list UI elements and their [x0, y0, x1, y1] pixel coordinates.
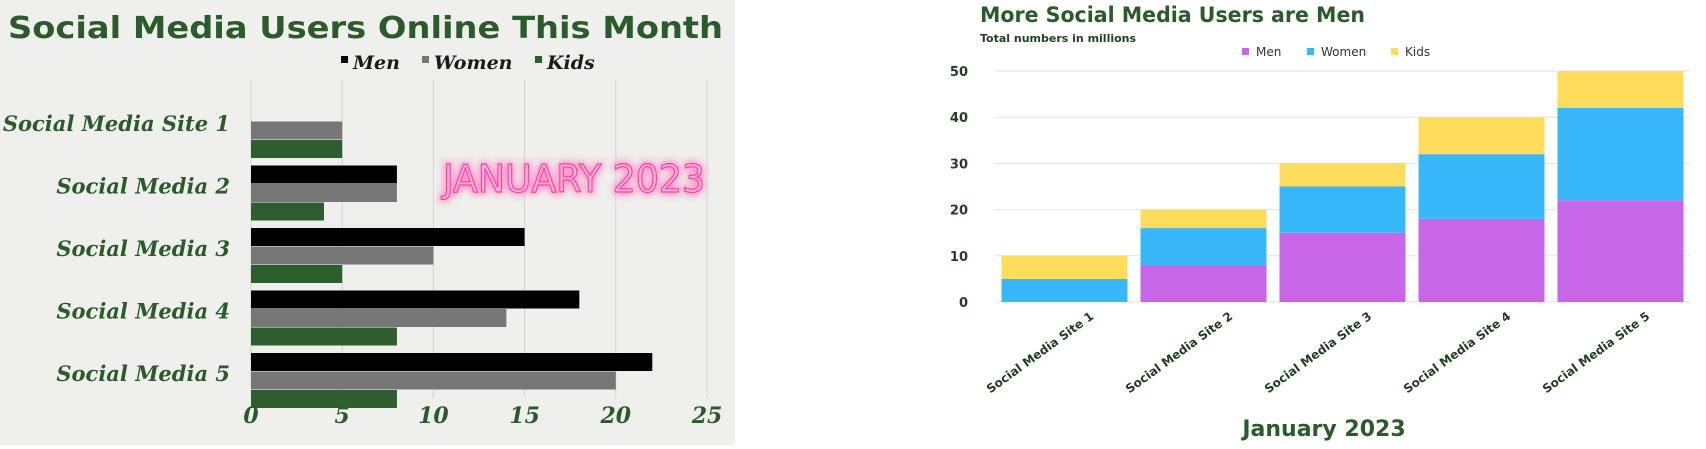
x-tick-label: 10 [418, 403, 449, 429]
bar-kids-social-media-site-2 [1140, 209, 1267, 229]
right-chart-subtitle: Total numbers in millions [980, 32, 1137, 45]
legend-marker-men [341, 56, 348, 63]
bar-women-social-media-3 [251, 246, 434, 265]
bar-men-social-media-4 [251, 290, 580, 309]
chart-canvas: Social Media Users Online This Month Men… [0, 0, 1690, 445]
category-label-social-media-site-3: Social Media Site 3 [1262, 309, 1374, 396]
right-bars [1001, 71, 1684, 302]
right-x-axis-label: January 2023 [1240, 417, 1405, 442]
bar-women-social-media-5 [251, 371, 616, 390]
category-label-social-media-site-1: Social Media Site 1 [984, 309, 1096, 396]
category-label-social-media-5: Social Media 5 [56, 361, 230, 386]
bar-kids-social-media-4 [251, 327, 397, 346]
category-label-social-media-site-2: Social Media Site 2 [1123, 309, 1235, 396]
bar-men-social-media-2 [251, 165, 397, 184]
bar-kids-social-media-2 [251, 202, 324, 221]
bar-men-social-media-site-2 [1140, 265, 1267, 302]
x-tick-label: 25 [691, 403, 723, 429]
bar-kids-social-media-site-1 [1001, 255, 1128, 279]
bar-kids-social-media-3 [251, 265, 343, 283]
legend-marker-women [422, 56, 429, 63]
bar-kids-social-media-site-5 [1557, 71, 1684, 108]
bar-women-social-media-site-5 [1557, 107, 1684, 201]
legend-label-men: Men [352, 52, 400, 74]
category-label-social-media-3: Social Media 3 [56, 236, 230, 261]
x-tick-label: 0 [243, 403, 259, 429]
bar-women-social-media-site-4 [1418, 154, 1545, 219]
bar-men-social-media-3 [251, 228, 525, 246]
date-annotation: JANUARY 2023 [441, 157, 705, 201]
bar-women-social-media-site-2 [1140, 228, 1267, 266]
bar-men-social-media-site-5 [1557, 200, 1684, 302]
legend-marker-kids [1391, 48, 1398, 55]
right-y-tick-labels: 0 10 20 30 40 50 [950, 65, 968, 311]
category-label-social-media-site-5: Social Media Site 5 [1540, 309, 1652, 396]
y-tick-label: 40 [950, 111, 968, 126]
y-tick-label: 10 [950, 250, 968, 265]
bar-women-social-media-4 [251, 309, 507, 327]
left-chart: Social Media Users Online This Month Men… [0, 0, 735, 445]
x-tick-label: 15 [509, 403, 540, 429]
bar-women-social-media-site-1 [1001, 278, 1128, 302]
legend-label-women: Women [1321, 45, 1366, 59]
x-tick-label: 20 [599, 403, 631, 429]
category-label-social-media-site-1: Social Media Site 1 [3, 111, 230, 136]
bar-men-social-media-site-4 [1418, 218, 1545, 302]
bar-women-social-media-site-3 [1279, 186, 1406, 233]
left-legend: Men Women Kids [341, 52, 595, 74]
bar-kids-social-media-site-1 [251, 140, 343, 158]
legend-label-kids: Kids [1405, 45, 1430, 59]
left-chart-title: Social Media Users Online This Month [8, 11, 723, 46]
bar-men-social-media-site-3 [1279, 232, 1406, 302]
bar-kids-social-media-site-4 [1418, 117, 1545, 155]
bar-women-social-media-2 [251, 184, 397, 202]
y-tick-label: 50 [950, 65, 968, 80]
bar-kids-social-media-site-3 [1279, 163, 1406, 187]
legend-marker-men [1242, 48, 1249, 55]
right-category-labels: Social Media Site 1 Social Media Site 2 So… [984, 309, 1652, 396]
legend-marker-kids [535, 56, 542, 63]
y-tick-label: 0 [959, 296, 968, 311]
legend-label-women: Women [434, 52, 512, 74]
legend-label-kids: Kids [546, 52, 595, 74]
right-chart-title: More Social Media Users are Men [980, 3, 1365, 27]
category-label-social-media-2: Social Media 2 [56, 174, 230, 199]
y-tick-label: 30 [950, 157, 968, 172]
bar-kids-social-media-5 [251, 390, 397, 408]
y-tick-label: 20 [950, 204, 968, 219]
category-label-social-media-4: Social Media 4 [56, 299, 230, 324]
bar-women-social-media-site-1 [251, 121, 343, 140]
category-label-social-media-site-4: Social Media Site 4 [1401, 309, 1513, 396]
legend-label-men: Men [1256, 45, 1281, 59]
legend-marker-women [1307, 48, 1314, 55]
x-tick-label: 5 [335, 403, 350, 429]
right-legend: Men Women Kids [1242, 45, 1430, 59]
bar-men-social-media-5 [251, 353, 653, 371]
right-chart: More Social Media Users are Men Total nu… [950, 3, 1690, 442]
